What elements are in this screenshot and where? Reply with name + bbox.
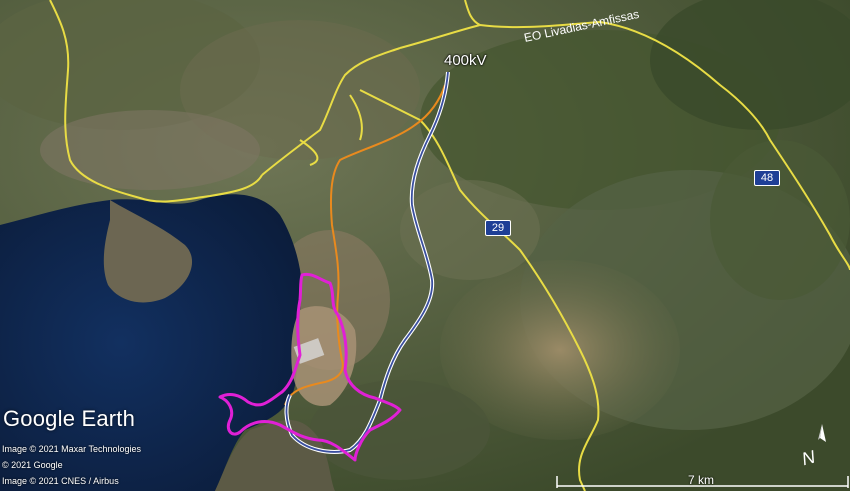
credit-cnes: Image © 2021 CNES / Airbus bbox=[2, 476, 119, 486]
route-48-shield: 48 bbox=[754, 170, 780, 186]
credit-maxar: Image © 2021 Maxar Technologies bbox=[2, 444, 142, 454]
power-line-label: 400kV bbox=[444, 52, 487, 69]
google-earth-logo: Google Earth bbox=[3, 406, 136, 431]
scale-label: 7 km bbox=[688, 473, 715, 487]
map-view[interactable]: EO Livadias-Amfissas 400kV 29 48 Google … bbox=[0, 0, 850, 491]
north-arrow-icon[interactable]: N bbox=[796, 420, 836, 468]
svg-text:N: N bbox=[800, 446, 819, 468]
credit-google: © 2021 Google bbox=[2, 460, 63, 470]
route-29-shield: 29 bbox=[485, 220, 511, 236]
